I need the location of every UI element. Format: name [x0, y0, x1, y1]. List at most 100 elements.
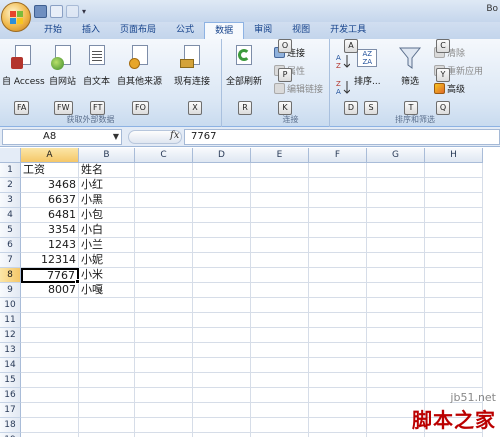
cell-a4[interactable]: 6481: [21, 208, 79, 223]
cell-c7[interactable]: [135, 253, 193, 268]
formula-input[interactable]: 7767: [184, 129, 500, 145]
cell-e18[interactable]: [251, 418, 309, 433]
cell-b2[interactable]: 小红: [79, 178, 135, 193]
cell-h8[interactable]: [425, 268, 483, 283]
row-header-11[interactable]: 11: [0, 313, 21, 328]
cell-f3[interactable]: [309, 193, 367, 208]
cell-g6[interactable]: [367, 238, 425, 253]
row-header-16[interactable]: 16: [0, 388, 21, 403]
cell-e1[interactable]: [251, 163, 309, 178]
tab-insert[interactable]: 插入: [72, 22, 110, 39]
existing-connections-button[interactable]: 现有连接: [174, 45, 210, 87]
cell-h13[interactable]: [425, 343, 483, 358]
cell-e4[interactable]: [251, 208, 309, 223]
cell-g12[interactable]: [367, 328, 425, 343]
cell-a14[interactable]: [21, 358, 79, 373]
cell-c14[interactable]: [135, 358, 193, 373]
undo-icon[interactable]: [50, 4, 63, 18]
cell-c9[interactable]: [135, 283, 193, 298]
cell-f19[interactable]: [309, 433, 367, 437]
cell-e8[interactable]: [251, 268, 309, 283]
cell-a3[interactable]: 6637: [21, 193, 79, 208]
from-text-button[interactable]: 自文本: [83, 45, 110, 87]
cell-b12[interactable]: [79, 328, 135, 343]
row-header-17[interactable]: 17: [0, 403, 21, 418]
cell-c18[interactable]: [135, 418, 193, 433]
name-box-dropdown-icon[interactable]: ▼: [113, 130, 119, 144]
advanced-filter-button[interactable]: 高级: [434, 83, 465, 96]
cell-f17[interactable]: [309, 403, 367, 418]
cell-a10[interactable]: [21, 298, 79, 313]
row-header-5[interactable]: 5: [0, 223, 21, 238]
cell-f14[interactable]: [309, 358, 367, 373]
cell-d17[interactable]: [193, 403, 251, 418]
cell-d1[interactable]: [193, 163, 251, 178]
cell-g10[interactable]: [367, 298, 425, 313]
cell-b13[interactable]: [79, 343, 135, 358]
cell-h7[interactable]: [425, 253, 483, 268]
cell-b19[interactable]: [79, 433, 135, 437]
cell-d6[interactable]: [193, 238, 251, 253]
filter-button[interactable]: 筛选: [398, 45, 422, 87]
cell-a12[interactable]: [21, 328, 79, 343]
cell-a18[interactable]: [21, 418, 79, 433]
row-header-14[interactable]: 14: [0, 358, 21, 373]
row-header-15[interactable]: 15: [0, 373, 21, 388]
cell-h3[interactable]: [425, 193, 483, 208]
cell-b15[interactable]: [79, 373, 135, 388]
cell-e13[interactable]: [251, 343, 309, 358]
cell-e6[interactable]: [251, 238, 309, 253]
column-header-e[interactable]: E: [251, 148, 309, 163]
cell-g1[interactable]: [367, 163, 425, 178]
sort-descending-button[interactable]: ZA: [336, 79, 351, 98]
cell-h9[interactable]: [425, 283, 483, 298]
cell-c1[interactable]: [135, 163, 193, 178]
cell-h5[interactable]: [425, 223, 483, 238]
column-header-g[interactable]: G: [367, 148, 425, 163]
cell-e15[interactable]: [251, 373, 309, 388]
cell-h2[interactable]: [425, 178, 483, 193]
cell-g4[interactable]: [367, 208, 425, 223]
cell-c12[interactable]: [135, 328, 193, 343]
cell-h11[interactable]: [425, 313, 483, 328]
column-header-f[interactable]: F: [309, 148, 367, 163]
cell-g14[interactable]: [367, 358, 425, 373]
cell-b4[interactable]: 小包: [79, 208, 135, 223]
cell-b5[interactable]: 小白: [79, 223, 135, 238]
cell-g8[interactable]: [367, 268, 425, 283]
cell-e3[interactable]: [251, 193, 309, 208]
column-header-a[interactable]: A: [21, 148, 79, 163]
cell-a19[interactable]: [21, 433, 79, 437]
cell-f9[interactable]: [309, 283, 367, 298]
refresh-all-button[interactable]: 全部刷新: [226, 45, 262, 87]
column-header-h[interactable]: H: [425, 148, 483, 163]
cell-c15[interactable]: [135, 373, 193, 388]
column-header-c[interactable]: C: [135, 148, 193, 163]
cell-d3[interactable]: [193, 193, 251, 208]
cell-b3[interactable]: 小黑: [79, 193, 135, 208]
row-header-9[interactable]: 9: [0, 283, 21, 298]
cell-b17[interactable]: [79, 403, 135, 418]
cell-f2[interactable]: [309, 178, 367, 193]
cell-b18[interactable]: [79, 418, 135, 433]
cell-c5[interactable]: [135, 223, 193, 238]
cell-b7[interactable]: 小妮: [79, 253, 135, 268]
row-header-10[interactable]: 10: [0, 298, 21, 313]
cell-h1[interactable]: [425, 163, 483, 178]
sort-ascending-button[interactable]: AZ: [336, 53, 351, 72]
cell-g13[interactable]: [367, 343, 425, 358]
cell-c4[interactable]: [135, 208, 193, 223]
cell-g11[interactable]: [367, 313, 425, 328]
cell-e12[interactable]: [251, 328, 309, 343]
cell-f7[interactable]: [309, 253, 367, 268]
select-all-corner[interactable]: [0, 148, 21, 163]
cell-d12[interactable]: [193, 328, 251, 343]
tab-data[interactable]: 数据: [204, 22, 245, 39]
tab-review[interactable]: 审阅: [244, 22, 282, 39]
row-header-13[interactable]: 13: [0, 343, 21, 358]
cell-h4[interactable]: [425, 208, 483, 223]
cell-f4[interactable]: [309, 208, 367, 223]
cell-b10[interactable]: [79, 298, 135, 313]
cell-c13[interactable]: [135, 343, 193, 358]
cell-e11[interactable]: [251, 313, 309, 328]
